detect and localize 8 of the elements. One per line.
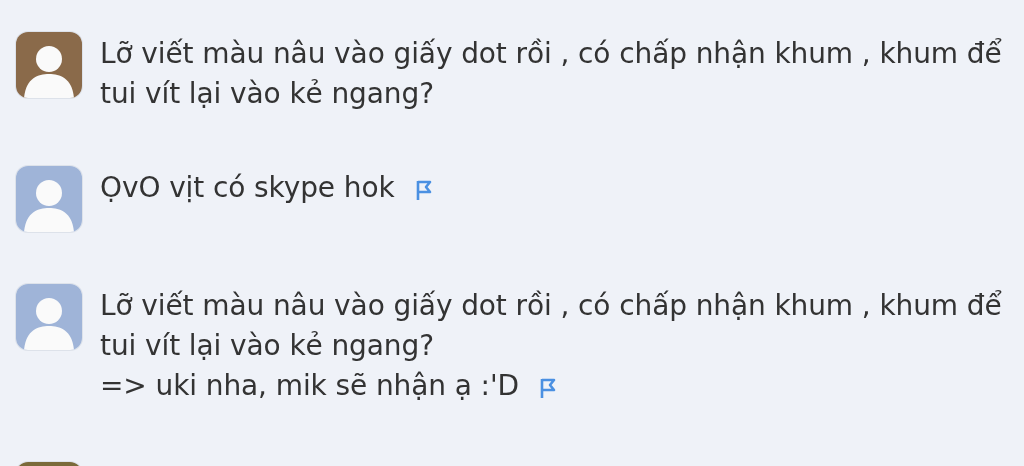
message-text: Lỡ viết màu nâu vào giấy dot rồi , có chấp nhận khum , khum để tui vít lại vào kẻ ngang? => uki nha, mik sẽ nhận ạ :'D — [100, 288, 1003, 404]
avatar[interactable] — [16, 32, 82, 98]
avatar[interactable] — [16, 284, 82, 350]
avatar[interactable] — [16, 166, 82, 232]
flag-icon[interactable] — [414, 179, 433, 201]
flag-icon[interactable] — [538, 377, 557, 399]
message-text: Lỡ viết màu nâu vào giấy dot rồi , có chấp nhận khum , khum để tui vít lại vào kẻ ngang? — [100, 36, 1003, 112]
message-text: ỌvO vịt có skype hok — [100, 168, 1012, 212]
